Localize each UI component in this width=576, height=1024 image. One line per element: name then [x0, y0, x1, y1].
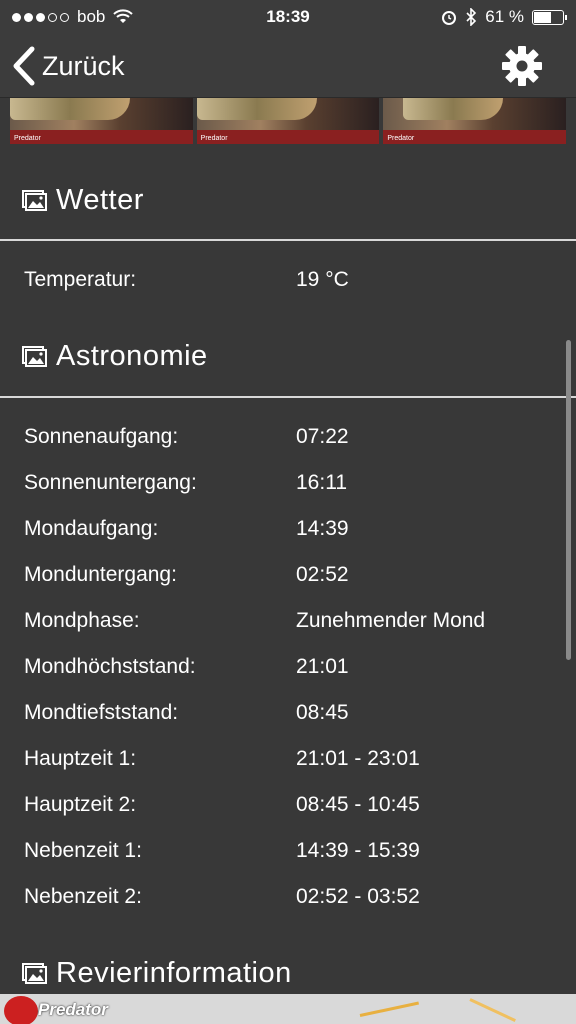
back-button[interactable]: Zurück [12, 42, 125, 90]
photo-watermark: Predator [200, 135, 228, 142]
catch-photo[interactable]: Predator [383, 98, 567, 144]
moonrise-label: Mondaufgang: [24, 517, 159, 540]
battery-icon [532, 9, 567, 25]
photo-watermark: Predator [387, 135, 415, 142]
battery-percentage: 61 % [485, 7, 524, 26]
minor-time-2-label: Nebenzeit 2: [24, 885, 142, 908]
image-icon [22, 345, 47, 367]
minor-time-1-label: Nebenzeit 1: [24, 839, 142, 862]
main-time-1-value: 21:01 - 23:01 [296, 747, 420, 770]
chevron-left-icon [13, 46, 35, 86]
scrollbar[interactable] [566, 340, 571, 660]
catch-photo[interactable]: Predator [196, 98, 380, 144]
photo-gallery: Predator Predator Predator [10, 98, 567, 144]
divider [0, 239, 576, 241]
footer-brand: Predator [38, 1000, 108, 1019]
moonrise-value: 14:39 [296, 517, 349, 540]
sunrise-label: Sonnenaufgang: [24, 425, 179, 448]
main-time-2-label: Hauptzeit 2: [24, 793, 137, 816]
astronomy-section-title: Astronomie [22, 340, 208, 373]
temperature-value: 19 °C [296, 268, 349, 291]
back-button-label: Zurück [42, 50, 125, 81]
temperature-label: Temperatur: [24, 268, 137, 291]
moon-phase-value: Zunehmender Mond [296, 609, 486, 632]
map-road [359, 1001, 420, 1017]
main-time-1-label: Hauptzeit 1: [24, 747, 137, 770]
section-heading: Astronomie [56, 340, 208, 372]
map-road [469, 998, 516, 1022]
photo-watermark: Predator [14, 135, 41, 142]
wifi-icon [113, 9, 134, 23]
bluetooth-icon [466, 8, 477, 26]
minor-time-2-value: 02:52 - 03:52 [296, 885, 420, 908]
main-time-2-value: 08:45 - 10:45 [296, 793, 420, 816]
divider [0, 396, 576, 398]
minor-time-1-value: 14:39 - 15:39 [296, 839, 420, 862]
moon-low-label: Mondtiefststand: [24, 701, 179, 724]
moonset-value: 02:52 [296, 563, 349, 586]
sunset-value: 16:11 [296, 471, 347, 494]
status-left: bob [12, 7, 134, 27]
moon-high-label: Mondhöchststand: [24, 655, 196, 678]
navigation-bar: Zurück [0, 34, 576, 98]
moon-high-value: 21:01 [296, 655, 349, 678]
sunset-label: Sonnenuntergang: [24, 471, 197, 494]
moon-low-value: 08:45 [296, 701, 349, 724]
catch-photo[interactable]: Predator [10, 98, 193, 144]
status-bar: bob 18:39 61 % [0, 0, 576, 34]
image-icon [22, 189, 47, 211]
image-icon [22, 962, 47, 984]
signal-strength-icon [12, 12, 69, 22]
moon-phase-label: Mondphase: [24, 609, 140, 632]
battery-level [534, 11, 552, 23]
area-info-section-title: Revierinformation [22, 957, 292, 990]
status-right: 61 % [441, 7, 567, 27]
alarm-icon [442, 11, 457, 25]
predator-logo-icon [4, 996, 38, 1024]
section-heading: Revierinformation [56, 957, 292, 989]
moonset-label: Monduntergang: [24, 563, 177, 586]
sunrise-value: 07:22 [296, 425, 349, 448]
section-heading: Wetter [56, 184, 144, 216]
gear-icon[interactable] [500, 44, 544, 88]
carrier-name: bob [77, 7, 106, 26]
footer-map-banner[interactable]: Predator [0, 994, 576, 1024]
weather-section-title: Wetter [22, 184, 144, 217]
